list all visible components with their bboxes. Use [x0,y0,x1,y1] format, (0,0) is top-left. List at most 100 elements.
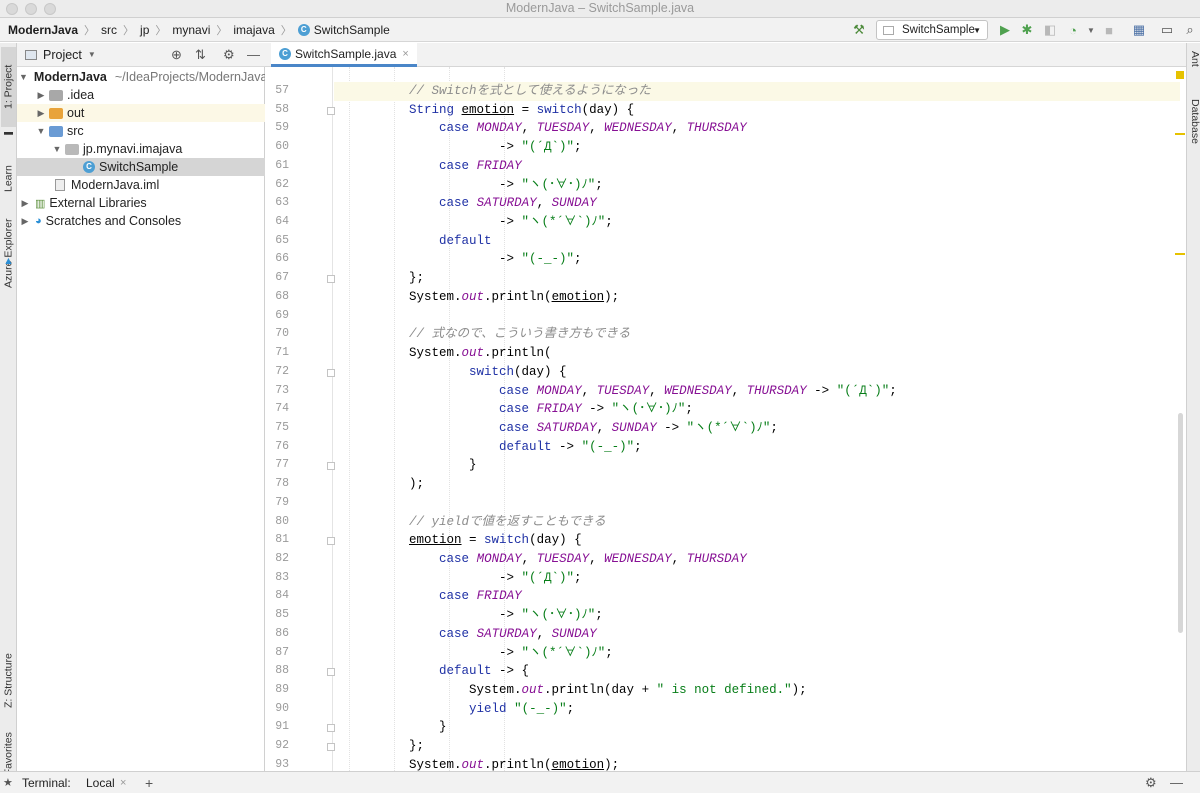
code-line[interactable]: -> "ヽ(･∀･)ﾉ"; [334,606,1180,625]
editor-scrollbar[interactable] [1175,67,1186,771]
code-line[interactable]: -> "(´Д`)"; [334,138,1180,157]
code-line[interactable]: String emotion = switch(day) { [334,101,1180,120]
code-line[interactable]: yield "(-_-)"; [334,700,1180,719]
code-line[interactable]: case MONDAY, TUESDAY, WEDNESDAY, THURSDA… [334,382,1180,401]
expanded-arrow-icon[interactable]: ▼ [35,126,47,136]
close-tab-icon[interactable]: × [120,777,126,789]
error-stripe-mark[interactable] [1175,253,1185,255]
project-structure-icon[interactable]: ▦ [1130,21,1148,39]
code-line[interactable]: ); [334,475,1180,494]
scrollbar-thumb[interactable] [1178,413,1183,633]
hide-panel-icon[interactable]: — [1170,775,1183,790]
breadcrumb-project[interactable]: ModernJava [8,23,78,37]
warning-stripe-icon[interactable] [1176,71,1184,79]
code-line[interactable]: case FRIDAY [334,157,1180,176]
code-line[interactable]: // yieldで値を返すこともできる [334,513,1180,532]
collapsed-arrow-icon[interactable]: ▶ [35,90,47,101]
minimize-window-button[interactable] [25,3,37,15]
tree-item-scratches[interactable]: ▶ ◕ Scratches and Consoles [17,212,265,230]
tool-tab-database[interactable]: Database [1187,99,1200,159]
code-line[interactable]: case MONDAY, TUESDAY, WEDNESDAY, THURSDA… [334,119,1180,138]
collapsed-arrow-icon[interactable]: ▶ [19,216,31,227]
collapsed-arrow-icon[interactable]: ▶ [19,198,31,209]
code-line[interactable]: case SATURDAY, SUNDAY -> "ヽ(*´∀`)ﾉ"; [334,419,1180,438]
more-run-chevron-icon[interactable]: ▼ [1082,21,1100,39]
breadcrumb-class[interactable]: SwitchSample [314,23,390,37]
close-window-button[interactable] [6,3,18,15]
breadcrumb-imajava[interactable]: imajava [233,23,274,37]
editor-tab-switchsample[interactable]: C SwitchSample.java × [271,43,417,67]
collapsed-arrow-icon[interactable]: ▶ [35,108,47,119]
tool-tab-azure[interactable]: Azure Explorer [1,209,16,297]
tool-tab-learn[interactable]: Learn [1,149,16,209]
code-line[interactable]: -> "ヽ(･∀･)ﾉ"; [334,176,1180,195]
tree-item-root[interactable]: ▼ ModernJava ~/IdeaProjects/ModernJava [17,68,265,86]
build-hammer-icon[interactable]: ⚒ [850,21,868,39]
code-line[interactable]: } [334,718,1180,737]
tool-tab-ant[interactable]: Ant [1187,51,1200,81]
code-line[interactable]: default -> { [334,662,1180,681]
breadcrumb-jp[interactable]: jp [140,23,149,37]
tool-tab-structure[interactable]: Z: Structure [1,631,16,731]
coverage-icon[interactable]: ◧ [1041,21,1059,39]
tree-item-class[interactable]: C SwitchSample [17,158,265,176]
gear-icon[interactable]: ⚙ [1145,775,1157,791]
breadcrumb-src[interactable]: src [101,23,117,37]
tool-tab-project[interactable]: 1: Project [1,47,16,127]
code-line[interactable]: switch(day) { [334,363,1180,382]
code-line[interactable]: System.out.println(day + " is not define… [334,681,1180,700]
expanded-arrow-icon[interactable]: ▼ [51,144,63,154]
scratches-icon: ◕ [35,215,42,227]
terminal-toggle-icon[interactable]: ▭ [1158,21,1176,39]
code-line[interactable]: -> "(-_-)"; [334,250,1180,269]
code-line[interactable]: emotion = switch(day) { [334,531,1180,550]
search-everywhere-icon[interactable]: ⌕ [1181,21,1199,39]
code-line[interactable] [334,494,1180,513]
new-terminal-plus-icon[interactable]: + [145,775,153,791]
zoom-window-button[interactable] [44,3,56,15]
code-line[interactable]: System.out.println( [334,344,1180,363]
tree-item-src[interactable]: ▼ src [17,122,265,140]
code-line[interactable]: // Switchを式として使えるようになった [334,82,1180,101]
code-line[interactable]: case SATURDAY, SUNDAY [334,625,1180,644]
tree-item-package[interactable]: ▼ jp.mynavi.imajava [17,140,265,158]
gear-icon[interactable]: ⚙ [223,47,235,63]
tree-item-iml[interactable]: ModernJava.iml [17,176,265,194]
hide-panel-icon[interactable]: — [247,47,260,62]
close-tab-icon[interactable]: × [402,48,408,60]
code-line[interactable]: }; [334,737,1180,756]
code-line[interactable]: case MONDAY, TUESDAY, WEDNESDAY, THURSDA… [334,550,1180,569]
line-number: 92 [275,739,289,753]
code-line[interactable]: System.out.println(emotion); [334,756,1180,771]
debug-bug-icon[interactable]: ✱ [1018,21,1036,39]
code-line[interactable]: -> "ヽ(*´∀`)ﾉ"; [334,644,1180,663]
code-line[interactable]: case SATURDAY, SUNDAY [334,194,1180,213]
code-line[interactable]: case FRIDAY [334,587,1180,606]
code-line[interactable]: System.out.println(emotion); [334,288,1180,307]
chevron-down-icon[interactable]: ▼ [88,50,96,59]
profile-icon[interactable]: ◔ [1064,21,1082,39]
run-configuration-select[interactable]: SwitchSample ▼ [876,20,988,40]
terminal-tab-local[interactable]: Local [86,776,115,790]
project-view-title[interactable]: Project [43,48,82,62]
code-line[interactable] [334,307,1180,326]
code-line[interactable]: -> "ヽ(*´∀`)ﾉ"; [334,213,1180,232]
error-stripe-mark[interactable] [1175,133,1185,135]
code-line[interactable]: // 式なので、こういう書き方もできる [334,325,1180,344]
tree-item-idea[interactable]: ▶ .idea [17,86,265,104]
code-line[interactable]: -> "(´Д`)"; [334,569,1180,588]
tree-item-libraries[interactable]: ▶ ▥ External Libraries [17,194,265,212]
tree-item-out[interactable]: ▶ out [17,104,265,122]
code-line[interactable]: default [334,232,1180,251]
collapse-all-icon[interactable]: ⇅ [195,47,206,63]
stop-icon[interactable]: ■ [1100,21,1118,39]
expanded-arrow-icon[interactable]: ▼ [19,72,28,82]
code-line[interactable]: default -> "(-_-)"; [334,438,1180,457]
code-line[interactable]: }; [334,269,1180,288]
run-icon[interactable]: ▶ [996,21,1014,39]
code-line[interactable]: case FRIDAY -> "ヽ(･∀･)ﾉ"; [334,400,1180,419]
code-editor[interactable]: // Switchを式として使えるようになった String emotion =… [334,67,1180,771]
locate-target-icon[interactable]: ⊕ [171,47,182,63]
breadcrumb-mynavi[interactable]: mynavi [172,23,210,37]
code-line[interactable]: } [334,456,1180,475]
